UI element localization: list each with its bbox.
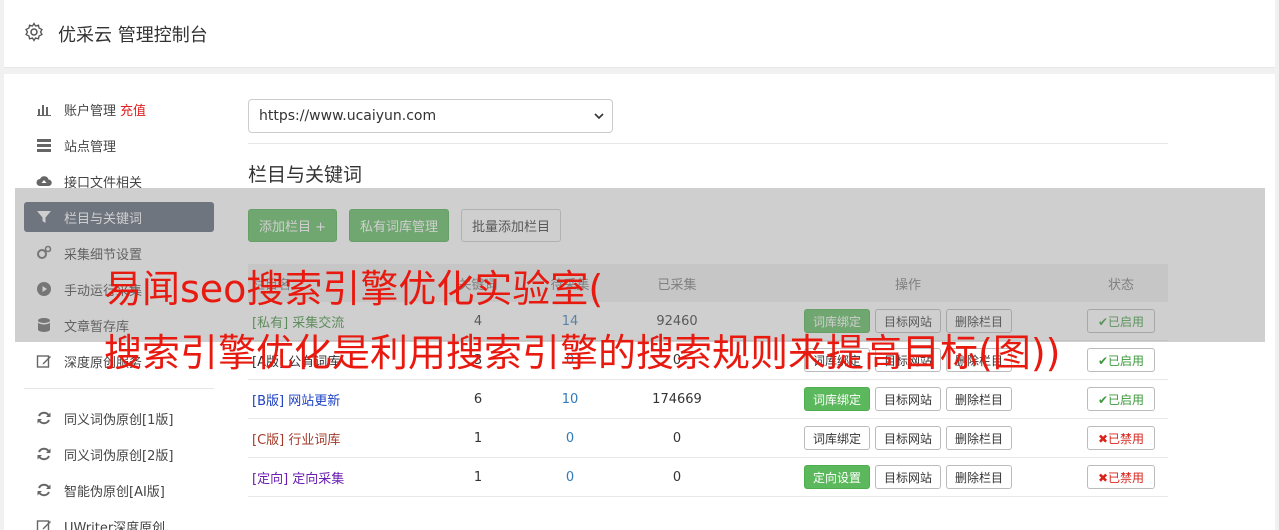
- row-actions: 词库绑定 目标网站 删除栏目: [742, 387, 1074, 411]
- collected-count: 0: [672, 430, 682, 446]
- column-name: 网站更新: [288, 393, 341, 409]
- refresh-icon: [37, 447, 51, 461]
- delete-column-button[interactable]: 删除栏目: [946, 465, 1013, 489]
- column-tag: [C版]: [252, 432, 285, 448]
- bind-button[interactable]: 定向设置: [803, 465, 870, 489]
- sidebar-item-synonym-v1[interactable]: 同义词伪原创[1版]: [24, 403, 214, 433]
- table-row: [C版] 行业词库 1 0 0 词库绑定 目标网站 删除栏目 ✖已禁用: [248, 419, 1168, 458]
- sidebar-item-uwriter[interactable]: UWriter深度原创: [24, 511, 214, 530]
- overlay-band: [15, 188, 1265, 342]
- sidebar-item-sites[interactable]: 站点管理: [24, 130, 214, 160]
- chevron-down-icon: [594, 113, 604, 120]
- sidebar-divider: [24, 388, 214, 389]
- status-cell: ✔已启用: [1074, 387, 1168, 411]
- sidebar-item-account[interactable]: 账户管理 充值: [24, 94, 214, 124]
- table-row: [定向] 定向采集 1 0 0 定向设置 目标网站 删除栏目 ✖已禁用: [248, 458, 1168, 497]
- keyword-count: 6: [473, 391, 483, 407]
- bind-button[interactable]: 词库绑定: [803, 387, 870, 411]
- column-name-cell[interactable]: [B版] 网站更新: [248, 390, 428, 409]
- table-row: [B版] 网站更新 6 10 174669 词库绑定 目标网站 删除栏目 ✔已启用: [248, 380, 1168, 419]
- delete-column-button[interactable]: 删除栏目: [946, 387, 1013, 411]
- edit-icon: [36, 355, 51, 368]
- delete-column-button[interactable]: 删除栏目: [946, 426, 1013, 450]
- keyword-count: 1: [473, 430, 483, 446]
- bind-button[interactable]: 词库绑定: [803, 426, 870, 450]
- column-tag: [定向]: [252, 471, 289, 487]
- column-tag: [B版]: [252, 393, 285, 409]
- pending-count[interactable]: 0: [528, 431, 612, 446]
- column-name: 定向采集: [292, 471, 345, 487]
- collected-count: 0: [672, 469, 682, 485]
- gear-icon: [25, 22, 43, 42]
- sidebar-item-ai-rewrite[interactable]: 智能伪原创[AI版]: [24, 475, 214, 505]
- status-cell: ✖已禁用: [1074, 426, 1168, 450]
- recharge-link[interactable]: 充值: [120, 100, 146, 119]
- cloud-upload-icon: [36, 176, 52, 186]
- target-site-button[interactable]: 目标网站: [874, 426, 941, 450]
- row-actions: 定向设置 目标网站 删除栏目: [742, 465, 1074, 489]
- sidebar-item-label: 智能伪原创[AI版]: [64, 484, 165, 500]
- column-name: 行业词库: [288, 432, 341, 448]
- column-name-cell[interactable]: [定向] 定向采集: [248, 468, 428, 487]
- status-toggle[interactable]: ✔已启用: [1086, 348, 1156, 372]
- watermark-line1: 易闻seo搜索引擎优化实验室(: [104, 267, 604, 311]
- sidebar-item-label: 站点管理: [64, 139, 117, 155]
- status-toggle[interactable]: ✖已禁用: [1086, 426, 1156, 450]
- refresh-icon: [37, 411, 51, 425]
- status-cell: ✖已禁用: [1074, 465, 1168, 489]
- sidebar-item-synonym-v2[interactable]: 同义词伪原创[2版]: [24, 439, 214, 469]
- target-site-button[interactable]: 目标网站: [874, 387, 941, 411]
- refresh-icon: [37, 483, 51, 497]
- keyword-count: 1: [473, 469, 483, 485]
- pending-count[interactable]: 0: [528, 470, 612, 485]
- watermark-line2: 搜索引擎优化是利用搜索引擎的搜索规则来提高目标(图)): [104, 331, 1061, 375]
- target-site-button[interactable]: 目标网站: [874, 465, 941, 489]
- bar-chart-icon: [37, 105, 51, 116]
- sidebar-item-label: 账户管理: [64, 103, 117, 119]
- header-bar: 优采云 管理控制台: [4, 0, 1275, 68]
- server-icon: [37, 139, 51, 152]
- row-actions: 词库绑定 目标网站 删除栏目: [742, 426, 1074, 450]
- sidebar-item-label: 同义词伪原创[1版]: [64, 412, 174, 428]
- sidebar-item-label: UWriter深度原创: [64, 520, 166, 530]
- collected-count: 174669: [652, 391, 702, 407]
- edit-icon: [36, 520, 51, 530]
- site-select[interactable]: https://www.ucaiyun.com: [248, 99, 613, 133]
- page-title: 优采云 管理控制台: [58, 25, 208, 46]
- column-name-cell[interactable]: [C版] 行业词库: [248, 429, 428, 448]
- status-toggle[interactable]: ✔已启用: [1086, 387, 1156, 411]
- status-toggle[interactable]: ✖已禁用: [1086, 465, 1156, 489]
- sidebar-item-label: 同义词伪原创[2版]: [64, 448, 174, 464]
- divider: [248, 143, 1168, 144]
- site-select-value: https://www.ucaiyun.com: [259, 108, 437, 124]
- section-title: 栏目与关键词: [248, 164, 363, 186]
- status-cell: ✔已启用: [1074, 348, 1168, 372]
- pending-count[interactable]: 10: [528, 392, 612, 407]
